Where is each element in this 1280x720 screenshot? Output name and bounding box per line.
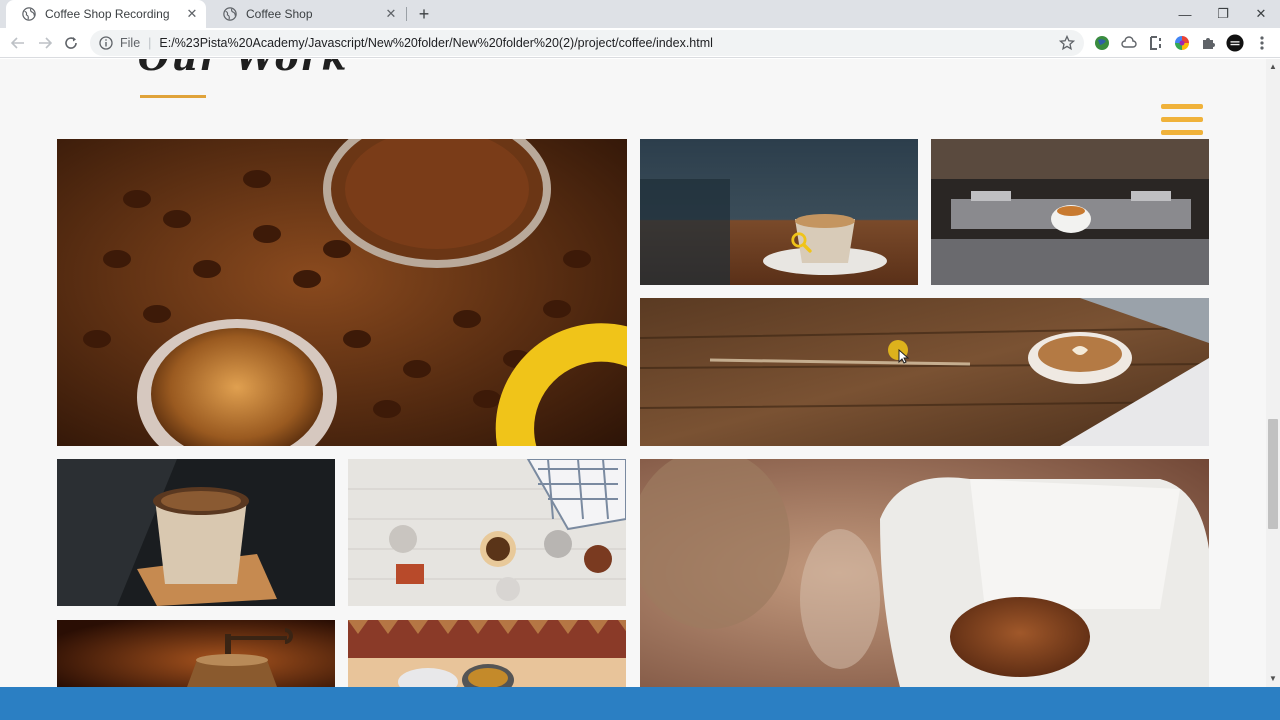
maximize-button[interactable]: ❐ — [1204, 0, 1242, 28]
gallery-item-3[interactable] — [931, 139, 1209, 285]
scroll-up-arrow-icon[interactable]: ▲ — [1269, 63, 1277, 71]
page-scrollbar[interactable]: ▲ ▼ — [1266, 59, 1280, 687]
latte-desk-image — [640, 298, 1209, 446]
close-window-button[interactable]: ✕ — [1242, 0, 1280, 28]
gallery-item-2[interactable] — [640, 139, 918, 285]
info-icon[interactable] — [99, 36, 113, 50]
coffee-tools-image — [348, 459, 626, 606]
url-text[interactable]: E:/%23Pista%20Academy/Javascript/New%20f… — [159, 36, 713, 50]
mouse-cursor-icon — [888, 340, 910, 364]
profile-avatar[interactable] — [1226, 34, 1244, 52]
puzzle-icon[interactable] — [1199, 34, 1217, 52]
close-tab-icon[interactable]: ✕ — [383, 6, 399, 22]
gallery-item-5[interactable] — [57, 459, 335, 606]
extension-globe-icon[interactable] — [1093, 34, 1111, 52]
globe-icon — [22, 7, 36, 21]
arrow-left-icon — [11, 37, 24, 49]
gallery-item-8[interactable] — [57, 620, 335, 687]
back-button[interactable] — [7, 32, 29, 54]
tab-title: Coffee Shop Recording — [45, 7, 170, 21]
url-scheme-label: File — [120, 36, 141, 50]
tab-coffee-shop-recording[interactable]: Coffee Shop Recording ✕ — [6, 0, 206, 28]
gallery-item-7[interactable] — [640, 459, 1209, 687]
hamburger-menu-icon[interactable] — [1161, 104, 1203, 140]
extension-colorwheel-icon[interactable] — [1173, 34, 1191, 52]
takeaway-cup-image — [57, 459, 335, 606]
search-icon[interactable] — [790, 231, 812, 253]
heading-underline — [140, 95, 206, 98]
section-heading: Our Work — [138, 59, 348, 79]
search-icon[interactable] — [345, 304, 627, 446]
new-tab-button[interactable]: + — [414, 4, 434, 24]
close-tab-icon[interactable]: ✕ — [184, 6, 200, 22]
reload-button[interactable] — [60, 32, 82, 54]
bookmark-star-icon[interactable] — [1059, 35, 1075, 51]
browser-tab-strip: Coffee Shop Recording ✕ Coffee Shop ✕ + … — [0, 0, 1280, 28]
pour-over-image — [640, 459, 1209, 687]
gallery-item-1[interactable] — [57, 139, 627, 446]
grinder-image — [57, 620, 335, 687]
gallery-item-6[interactable] — [348, 459, 626, 606]
arrow-right-icon — [39, 37, 52, 49]
espresso-machine-image — [931, 139, 1209, 285]
tab-separator — [406, 7, 407, 21]
forward-button[interactable] — [34, 32, 56, 54]
address-bar[interactable]: File | E:/%23Pista%20Academy/Javascript/… — [90, 30, 1084, 56]
latte-table-image — [640, 139, 918, 285]
extension-cloud-icon[interactable] — [1120, 34, 1138, 52]
cups-on-cloth-image — [348, 620, 626, 687]
scrollbar-thumb[interactable] — [1268, 419, 1278, 529]
url-separator: | — [148, 36, 152, 50]
page-viewport: Our Work — [0, 59, 1266, 687]
reload-icon — [65, 37, 77, 49]
gallery-item-4[interactable] — [640, 298, 1209, 446]
minimize-button[interactable]: — — [1166, 0, 1204, 28]
browser-toolbar: File | E:/%23Pista%20Academy/Javascript/… — [0, 28, 1280, 58]
tab-title: Coffee Shop — [246, 7, 313, 21]
bottom-bar — [0, 687, 1280, 720]
globe-icon — [223, 7, 237, 21]
extension-code-icon[interactable] — [1147, 34, 1165, 52]
kebab-menu-icon[interactable] — [1253, 34, 1271, 52]
scroll-down-arrow-icon[interactable]: ▼ — [1269, 675, 1277, 683]
tab-coffee-shop[interactable]: Coffee Shop ✕ — [207, 0, 405, 28]
gallery-item-9[interactable] — [348, 620, 626, 687]
